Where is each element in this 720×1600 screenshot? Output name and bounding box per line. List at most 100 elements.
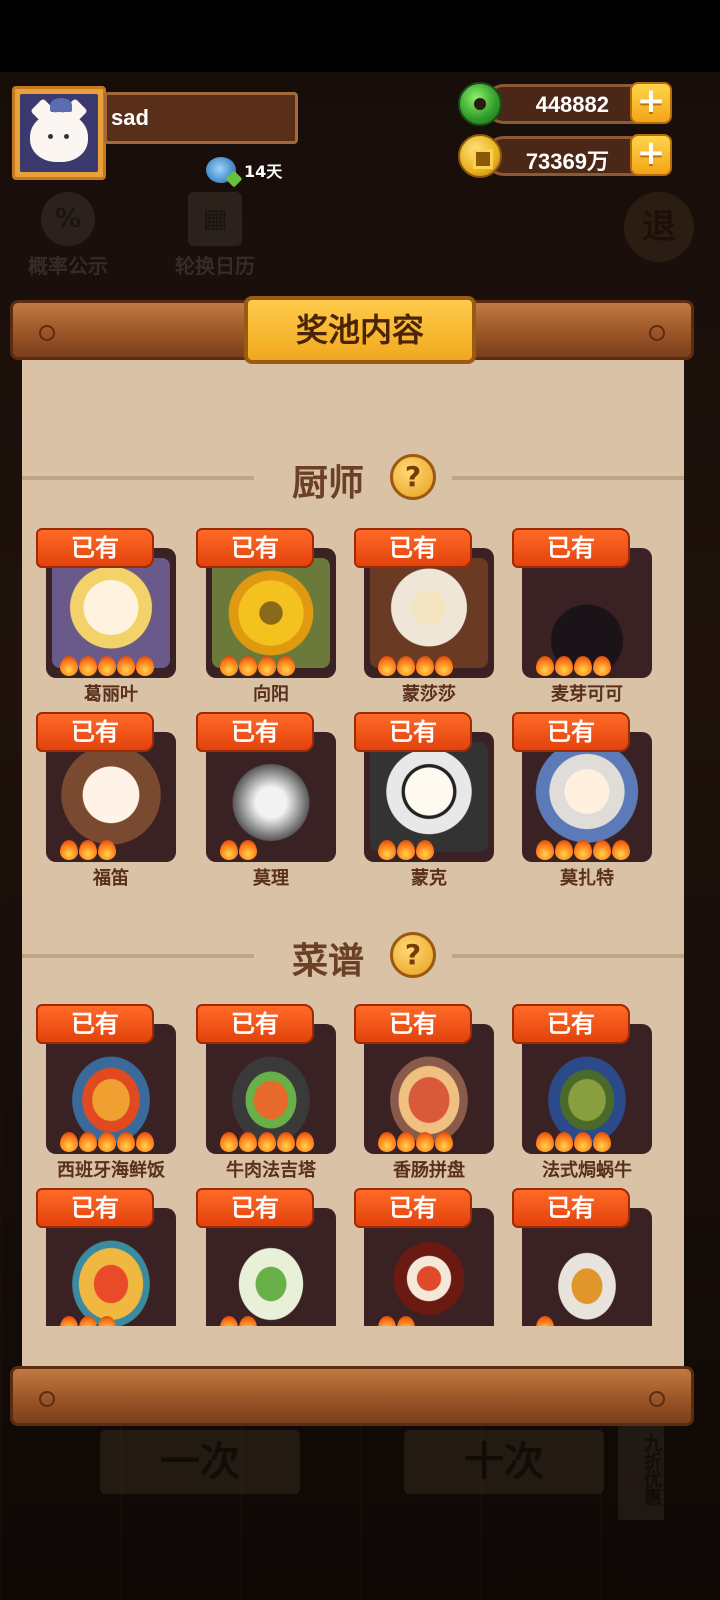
- owned-badge: 已有: [354, 528, 472, 568]
- flame-icon: [60, 656, 78, 676]
- recipe-card[interactable]: 已有 香肠拼盘: [354, 1004, 494, 1181]
- flame-icon: [416, 1132, 434, 1152]
- flame-icon: [239, 1132, 257, 1152]
- rarity-flames: [378, 656, 453, 676]
- recipe-art: [212, 1218, 330, 1328]
- chef-card[interactable]: 已有葛丽叶: [36, 528, 176, 705]
- chef-card[interactable]: 已有麦芽可可: [512, 528, 652, 705]
- add-jade-button[interactable]: +: [630, 82, 672, 124]
- flame-icon: [555, 1132, 573, 1152]
- chef-name: 莫扎特: [560, 868, 614, 889]
- flame-icon: [416, 656, 434, 676]
- flame-icon: [220, 1132, 238, 1152]
- flame-icon: [555, 840, 573, 860]
- chef-name: 福笛: [93, 868, 129, 889]
- owned-badge: 已有: [196, 1188, 314, 1228]
- chef-card[interactable]: 已有 蒙克: [354, 712, 494, 889]
- chef-help-icon[interactable]: ?: [390, 454, 436, 500]
- recipe-card[interactable]: 已有法式焗蜗牛: [512, 1004, 652, 1181]
- owned-badge: 已有: [36, 712, 154, 752]
- hat-icon: [50, 98, 72, 112]
- rarity-flames: [220, 840, 257, 860]
- flame-icon: [258, 1132, 276, 1152]
- flame-icon: [98, 1132, 116, 1152]
- flame-icon: [555, 656, 573, 676]
- recipe-art: [528, 1218, 646, 1328]
- rarity-flames: [60, 1132, 154, 1152]
- flame-icon: [435, 1132, 453, 1152]
- flame-icon: [416, 840, 434, 860]
- add-coins-button[interactable]: +: [630, 134, 672, 176]
- flame-icon: [612, 840, 630, 860]
- flame-icon: [98, 656, 116, 676]
- owned-badge: 已有: [512, 1188, 630, 1228]
- flame-icon: [574, 840, 592, 860]
- owned-badge: 已有: [196, 528, 314, 568]
- flame-icon: [536, 656, 554, 676]
- chef-art: [212, 742, 330, 852]
- streak-days: 14天: [244, 162, 283, 181]
- rarity-flames: [378, 840, 434, 860]
- owned-badge: 已有: [512, 1004, 630, 1044]
- owned-badge: 已有: [196, 1004, 314, 1044]
- player-name: sad: [104, 92, 298, 144]
- chef-card[interactable]: 已有福笛: [36, 712, 176, 889]
- chef-card[interactable]: 已有莫扎特: [512, 712, 652, 889]
- player-avatar[interactable]: [12, 86, 106, 180]
- chef-name: 葛丽叶: [84, 684, 138, 705]
- recipe-art: [212, 1034, 330, 1144]
- flame-icon: [79, 840, 97, 860]
- owned-badge: 已有: [36, 528, 154, 568]
- flame-icon: [239, 656, 257, 676]
- recipe-card[interactable]: 已有 牛肉法吉塔: [196, 1004, 336, 1181]
- chef-art: [528, 558, 646, 668]
- chef-name: 麦芽可可: [551, 684, 623, 705]
- avatar-image: [20, 94, 98, 172]
- chef-art: [212, 558, 330, 668]
- flame-icon: [239, 840, 257, 860]
- coin-icon: [458, 134, 502, 178]
- owned-badge: 已有: [354, 712, 472, 752]
- flame-icon: [60, 840, 78, 860]
- chef-section-title: 厨师: [292, 463, 365, 504]
- flame-icon: [593, 840, 611, 860]
- flame-icon: [593, 656, 611, 676]
- chef-art: [52, 742, 170, 852]
- cat-avatar-icon: [30, 112, 88, 162]
- rarity-flames: [536, 656, 611, 676]
- recipe-name: 西班牙海鲜饭: [57, 1160, 165, 1181]
- flame-icon: [277, 1132, 295, 1152]
- rarity-flames: [378, 1132, 453, 1152]
- flame-icon: [117, 656, 135, 676]
- chef-name: 向阳: [253, 684, 289, 705]
- chef-section-header: 厨师 ?: [22, 448, 684, 508]
- owned-badge: 已有: [36, 1188, 154, 1228]
- flame-icon: [435, 656, 453, 676]
- chef-card[interactable]: 已有向阳: [196, 528, 336, 705]
- owned-badge: 已有: [196, 712, 314, 752]
- flame-icon: [397, 1132, 415, 1152]
- flame-icon: [220, 840, 238, 860]
- flame-icon: [574, 1132, 592, 1152]
- rarity-flames: [220, 656, 295, 676]
- chef-name: 莫理: [253, 868, 289, 889]
- owned-badge: 已有: [512, 712, 630, 752]
- owned-badge: 已有: [512, 528, 630, 568]
- recipe-name: 法式焗蜗牛: [542, 1160, 632, 1181]
- chef-name: 蒙莎莎: [402, 684, 456, 705]
- chef-card[interactable]: 已有莫理: [196, 712, 336, 889]
- owned-badge: 已有: [354, 1004, 472, 1044]
- jade-icon: [458, 82, 502, 126]
- recipe-art: [52, 1218, 170, 1328]
- recipe-card[interactable]: 已有 西班牙海鲜饭: [36, 1004, 176, 1181]
- flame-icon: [397, 840, 415, 860]
- panel-title: 奖池内容: [244, 296, 476, 364]
- flame-icon: [536, 1132, 554, 1152]
- chef-card[interactable]: 已有蒙莎莎: [354, 528, 494, 705]
- flame-icon: [378, 1132, 396, 1152]
- recipe-help-icon[interactable]: ?: [390, 932, 436, 978]
- flame-icon: [378, 840, 396, 860]
- globe-icon: [206, 157, 236, 183]
- scroll-bottom-rod: [10, 1366, 694, 1426]
- rarity-flames: [60, 840, 116, 860]
